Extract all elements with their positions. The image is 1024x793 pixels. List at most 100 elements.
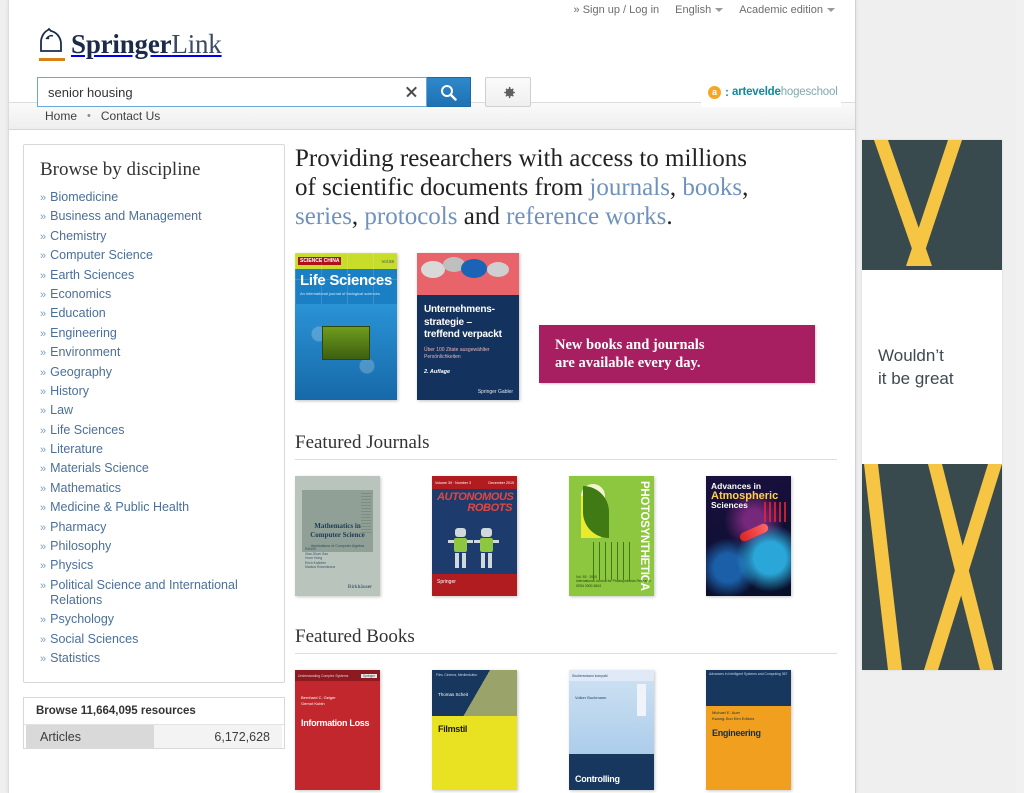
advertisement-banner[interactable]: Wouldn’t it be great xyxy=(862,140,1002,670)
discipline-item[interactable]: » Physics xyxy=(40,558,268,574)
headline-link-reference-works[interactable]: reference works xyxy=(506,203,666,230)
cover-unternehmensstrategie[interactable]: Unternehmens- strategie – treffend verpa… xyxy=(417,253,519,400)
chevron-right-icon: » xyxy=(40,230,47,243)
discipline-item[interactable]: » Chemistry xyxy=(40,229,268,245)
discipline-link[interactable]: Life Sciences xyxy=(50,423,124,439)
book-cover-engineering[interactable]: Advances in Intelligent Systems and Comp… xyxy=(706,670,791,790)
logo-link: Link xyxy=(171,29,222,59)
book-authors: Michael E. Auer Kwang-Sun Kim Editors xyxy=(712,710,755,721)
nav-item-contact-us[interactable]: Contact Us xyxy=(101,109,160,123)
journal-cover-photosynthetica[interactable]: PHOTOSYNTHETICA Vol. 53 · 2015 Internati… xyxy=(569,476,654,596)
page-scrollbar[interactable] xyxy=(1016,0,1024,793)
discipline-item[interactable]: » Environment xyxy=(40,345,268,361)
discipline-link[interactable]: Biomedicine xyxy=(50,190,118,206)
discipline-link[interactable]: Physics xyxy=(50,558,93,574)
journal-publisher: Springer xyxy=(437,579,456,585)
discipline-link[interactable]: Mathematics xyxy=(50,481,121,497)
discipline-link[interactable]: Political Science and International Rela… xyxy=(50,578,268,609)
journal-cover-advances-in-atmospheric-sciences[interactable]: Advances in Atmospheric Sciences xyxy=(706,476,791,596)
search-button[interactable] xyxy=(427,77,471,107)
journal-cover-mathematics-in-computer-science[interactable]: Mathematics in Computer Science Applicat… xyxy=(295,476,380,596)
discipline-link[interactable]: Statistics xyxy=(50,651,100,667)
discipline-link[interactable]: Education xyxy=(50,306,106,322)
cover-header-band: Volume 39 · Number 3 December 2015 xyxy=(432,476,517,489)
discipline-link[interactable]: Law xyxy=(50,403,73,419)
search-settings-button[interactable] xyxy=(485,77,531,107)
journal-title: Advances in Atmospheric Sciences xyxy=(711,481,786,511)
discipline-item[interactable]: » Social Sciences xyxy=(40,632,268,648)
cover-edition: 2. Auflage xyxy=(424,368,451,375)
headline-link-series[interactable]: series xyxy=(295,203,352,230)
discipline-link[interactable]: Economics xyxy=(50,287,111,303)
nav-item-home[interactable]: Home xyxy=(45,109,77,123)
book-cover-information-loss[interactable]: Understanding Complex Systems Springer B… xyxy=(295,670,380,790)
headline-link-journals[interactable]: journals xyxy=(589,174,670,201)
headline-link-protocols[interactable]: protocols xyxy=(364,203,457,230)
institution-name-primary: artevelde xyxy=(732,86,781,98)
discipline-item[interactable]: » Earth Sciences xyxy=(40,268,268,284)
headline-and: and xyxy=(457,203,507,230)
artevelde-colon: : xyxy=(725,85,729,99)
cover-science-china-life-sciences[interactable]: SCIENCE CHINA Vol.58 Life Sciences An in… xyxy=(295,253,397,400)
journal-cover-autonomous-robots[interactable]: Volume 39 · Number 3 December 2015 AUTON… xyxy=(432,476,517,596)
clear-search-icon[interactable] xyxy=(404,85,418,99)
discipline-link[interactable]: Social Sciences xyxy=(50,632,138,648)
discipline-link[interactable]: Earth Sciences xyxy=(50,268,134,284)
chevron-right-icon: » xyxy=(40,327,47,340)
signup-login-link[interactable]: » Sign up / Log in xyxy=(574,4,660,16)
journal-title: AUTONOMOUS ROBOTS xyxy=(432,489,517,514)
discipline-item[interactable]: » Life Sciences xyxy=(40,423,268,439)
promo-banner[interactable]: New books and journals are available ever… xyxy=(539,325,815,383)
discipline-item[interactable]: » Engineering xyxy=(40,326,268,342)
discipline-link[interactable]: Engineering xyxy=(50,326,117,342)
discipline-link[interactable]: Chemistry xyxy=(50,229,106,245)
discipline-item[interactable]: » Medicine & Public Health xyxy=(40,500,268,516)
book-cover-filmstil[interactable]: Film, Cinema, Medienkultur Thomas Scheit… xyxy=(432,670,517,790)
discipline-item[interactable]: » Biomedicine xyxy=(40,190,268,206)
discipline-link[interactable]: Pharmacy xyxy=(50,520,106,536)
book-title: Controlling xyxy=(575,774,620,784)
ad-headline-line2: it be great xyxy=(878,369,954,388)
discipline-item[interactable]: » Computer Science xyxy=(40,248,268,264)
discipline-link[interactable]: Materials Science xyxy=(50,461,149,477)
discipline-link[interactable]: Philosophy xyxy=(50,539,111,555)
discipline-link[interactable]: History xyxy=(50,384,89,400)
discipline-item[interactable]: » Law xyxy=(40,403,268,419)
discipline-link[interactable]: Environment xyxy=(50,345,120,361)
discipline-item[interactable]: » History xyxy=(40,384,268,400)
discipline-item[interactable]: » Materials Science xyxy=(40,461,268,477)
featured-books-title: Featured Books xyxy=(295,626,415,647)
logo-springer: Springer xyxy=(71,29,172,59)
discipline-link[interactable]: Medicine & Public Health xyxy=(50,500,189,516)
search-box[interactable] xyxy=(37,77,427,107)
discipline-link[interactable]: Literature xyxy=(50,442,103,458)
discipline-link[interactable]: Psychology xyxy=(50,612,114,628)
discipline-link[interactable]: Geography xyxy=(50,365,112,381)
discipline-item[interactable]: » Pharmacy xyxy=(40,520,268,536)
language-selector[interactable]: English xyxy=(675,4,724,16)
utility-bar: » Sign up / Log in English Academic edit… xyxy=(9,0,855,19)
book-series: Film, Cinema, Medienkultur xyxy=(436,673,478,677)
edition-selector[interactable]: Academic edition xyxy=(739,4,835,16)
book-series: Understanding Complex Systems xyxy=(298,673,349,678)
discipline-item[interactable]: » Economics xyxy=(40,287,268,303)
discipline-item[interactable]: » Political Science and International Rel… xyxy=(40,578,268,609)
discipline-item[interactable]: » Education xyxy=(40,306,268,322)
discipline-item[interactable]: » Philosophy xyxy=(40,539,268,555)
discipline-item[interactable]: » Mathematics xyxy=(40,481,268,497)
headline-link-books[interactable]: books xyxy=(682,174,742,201)
discipline-item[interactable]: » Literature xyxy=(40,442,268,458)
search-input[interactable] xyxy=(46,79,386,105)
springer-link-logo[interactable]: SpringerLink xyxy=(37,27,222,63)
robot-figure-icon xyxy=(474,528,499,570)
discipline-item[interactable]: » Statistics xyxy=(40,651,268,667)
discipline-item[interactable]: » Psychology xyxy=(40,612,268,628)
discipline-link[interactable]: Computer Science xyxy=(50,248,153,264)
content-area: Browse by discipline » Biomedicine» Busine… xyxy=(9,130,855,790)
discipline-link[interactable]: Business and Management xyxy=(50,209,201,225)
discipline-item[interactable]: » Geography xyxy=(40,365,268,381)
discipline-item[interactable]: » Business and Management xyxy=(40,209,268,225)
resource-label: Articles xyxy=(40,729,81,744)
book-cover-controlling[interactable]: Studienwissen kompakt Volker Buchmann Co… xyxy=(569,670,654,790)
resource-row[interactable]: Articles 6,172,628 xyxy=(26,725,282,749)
